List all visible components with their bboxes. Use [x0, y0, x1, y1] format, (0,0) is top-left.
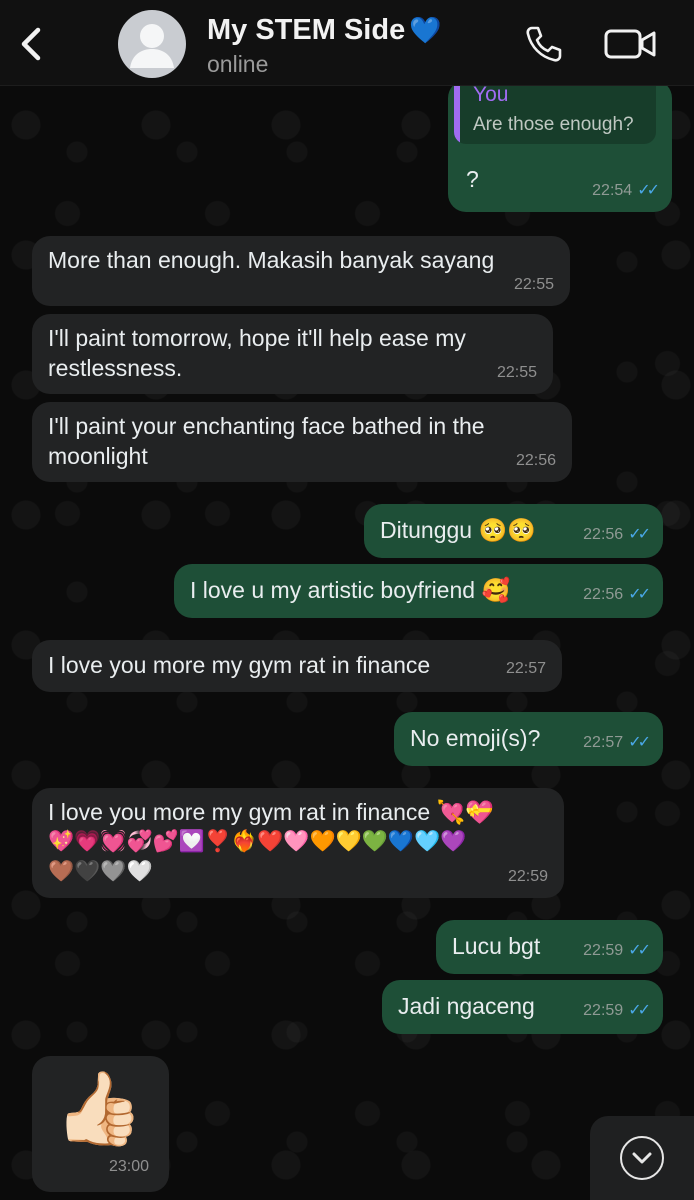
message-bubble-incoming[interactable]: I'll paint your enchanting face bathed i…: [32, 402, 572, 482]
message-time: 22:59: [583, 1002, 624, 1019]
read-ticks-icon: ✓✓: [628, 942, 651, 959]
message-bubble-incoming[interactable]: More than enough. Makasih banyak sayang …: [32, 236, 570, 306]
chevron-down-circle-icon: [620, 1136, 664, 1180]
message-text-hearts-row-2: 🤎🖤🩶🤍: [48, 860, 153, 883]
message-bubble-incoming[interactable]: I'll paint tomorrow, hope it'll help eas…: [32, 314, 553, 394]
message-text: I love u my artistic boyfriend 🥰: [190, 577, 511, 603]
message-time: 22:56: [583, 586, 624, 603]
message-meta: 22:56 ✓✓: [583, 520, 651, 550]
message-text: I'll paint your enchanting face bathed i…: [48, 413, 485, 469]
message-time: 22:56: [515, 452, 556, 469]
thumbs-up-sticker: 👍🏻: [54, 1069, 144, 1149]
message-bubble-incoming[interactable]: I love you more my gym rat in finance 22…: [32, 640, 562, 692]
video-camera-icon[interactable]: [604, 27, 656, 61]
message-bubble-incoming[interactable]: I love you more my gym rat in finance 💘💝…: [32, 788, 564, 898]
message-time: 22:55: [496, 364, 537, 381]
message-text-hearts-row-1: 💖💗💓💞💕💟❣️❤️‍🔥❤️🩷🧡💛💚💙🩵💜: [48, 830, 467, 853]
message-time: 22:54: [592, 182, 633, 199]
message-time: 22:55: [513, 276, 554, 293]
quoted-reply[interactable]: You Are those enough?: [454, 86, 656, 144]
read-ticks-icon: ✓✓: [628, 526, 651, 543]
message-bubble-outgoing[interactable]: Lucu bgt 22:59 ✓✓: [436, 920, 663, 974]
message-text: I love you more my gym rat in finance: [48, 652, 431, 678]
avatar-placeholder-icon: [130, 24, 174, 68]
phone-icon[interactable]: [522, 22, 566, 66]
quote-accent-bar: [454, 86, 460, 144]
quote-author: You: [473, 86, 509, 106]
quote-text: Are those enough?: [473, 114, 634, 135]
message-bubble-outgoing[interactable]: Jadi ngaceng 22:59 ✓✓: [382, 980, 663, 1034]
scroll-to-bottom-button[interactable]: [590, 1116, 694, 1200]
message-time: 22:59: [583, 942, 624, 959]
message-text: I love you more my gym rat in finance 💘💝: [48, 799, 494, 825]
message-bubble-outgoing[interactable]: I love u my artistic boyfriend 🥰 22:56 ✓✓: [174, 564, 663, 618]
presence-status: online: [207, 51, 269, 77]
message-meta: 22:59 ✓✓: [583, 936, 651, 966]
message-time: 22:57: [583, 734, 624, 751]
message-time: 22:56: [583, 526, 624, 543]
message-time: 22:59: [507, 868, 548, 885]
message-time: 23:00: [108, 1158, 149, 1175]
contact-name[interactable]: My STEM Side 💙: [207, 14, 442, 47]
contact-name-text: My STEM Side: [207, 14, 406, 46]
message-meta: 22:56 ✓✓: [583, 580, 651, 610]
message-bubble-outgoing[interactable]: No emoji(s)? 22:57 ✓✓: [394, 712, 663, 766]
message-text: I'll paint tomorrow, hope it'll help eas…: [48, 325, 466, 381]
message-meta: 22:59 ✓✓: [583, 996, 651, 1026]
message-list[interactable]: You Are those enough? ? 22:54 ✓✓ More tha…: [0, 86, 694, 1200]
message-text: More than enough. Makasih banyak sayang: [48, 247, 495, 273]
message-bubble-outgoing[interactable]: Ditunggu 🥺🥺 22:56 ✓✓: [364, 504, 663, 558]
avatar[interactable]: [118, 10, 186, 78]
message-meta: 22:57 ✓✓: [583, 728, 651, 758]
read-ticks-icon: ✓✓: [628, 586, 651, 603]
message-text: ?: [466, 166, 479, 192]
sticker-message[interactable]: 👍🏻 23:00: [32, 1056, 169, 1192]
message-time: 22:57: [505, 660, 546, 677]
message-meta: 22:54 ✓✓: [592, 176, 660, 206]
read-ticks-icon: ✓✓: [628, 1002, 651, 1019]
chat-header: My STEM Side 💙 online: [0, 0, 694, 86]
back-chevron-icon[interactable]: [14, 24, 50, 64]
blue-heart-emoji: 💙: [409, 15, 442, 45]
read-ticks-icon: ✓✓: [628, 734, 651, 751]
read-ticks-icon: ✓✓: [637, 182, 660, 199]
message-bubble-outgoing[interactable]: You Are those enough? ? 22:54 ✓✓: [448, 86, 672, 212]
